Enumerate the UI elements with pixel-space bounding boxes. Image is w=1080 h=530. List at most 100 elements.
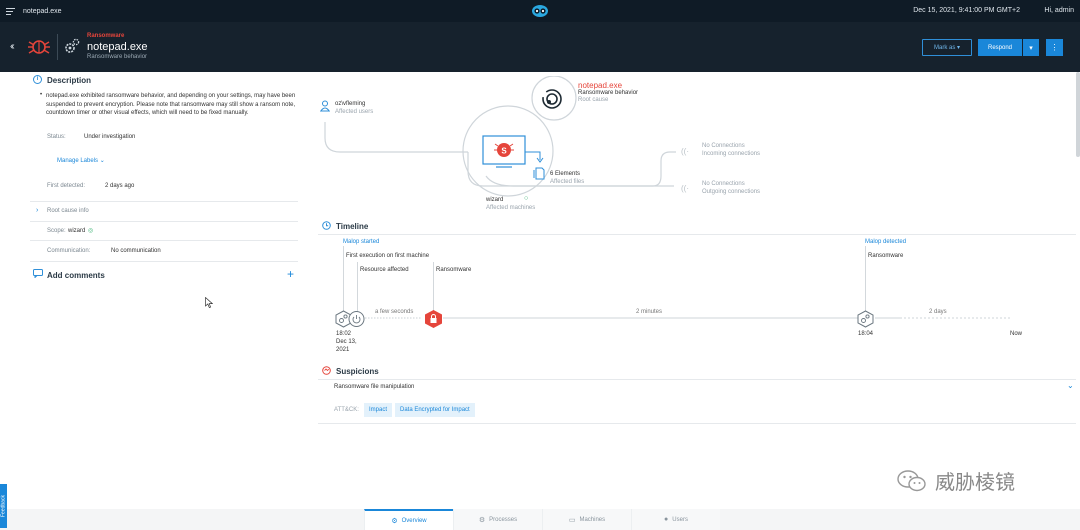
root-cause-label: Root cause [578,97,609,103]
owl-logo-icon [532,5,548,17]
divider [30,240,298,241]
app-title: notepad.exe [23,7,62,15]
status-value[interactable]: Under investigation [84,134,135,140]
ransomware-node-icon[interactable] [424,309,443,329]
scope-label: Scope: [47,228,66,234]
watermark-text: 威胁棱镜 [935,470,1015,494]
online-status-icon: ○ [524,195,529,202]
malop-subtitle: Ransomware behavior [87,54,148,60]
tab-overview[interactable]: ⚙ Overview [364,509,453,530]
incoming-connections-label: Incoming connections [702,151,761,157]
mark-as-button[interactable]: Mark as ▾ [922,39,972,56]
first-execution-label: First execution on first machine [346,253,430,259]
user-menu[interactable]: Hi, admin [1044,7,1074,14]
menu-icon[interactable] [6,7,15,15]
top-bar: notepad.exe Dec 15, 2021, 9:41:00 PM GMT… [0,0,1080,22]
svg-text:S: S [501,147,507,156]
malop-graph: oz\vfleming Affected users notepad.exe R… [318,76,1080,216]
mouse-cursor-icon [205,297,213,308]
watermark: 威胁棱镜 [897,466,1015,495]
malop-title: notepad.exe [87,41,148,53]
affected-machine-name[interactable]: wizard [486,197,503,203]
chevron-right-icon[interactable]: › [36,207,38,214]
status-label: Status: [47,134,66,140]
affected-users-label: Affected users [335,109,374,115]
attack-tag[interactable]: Data Encrypted for Impact [395,403,475,417]
power-node-icon[interactable] [348,310,365,328]
collapse-icon[interactable]: ‹‹ [10,41,14,52]
attack-label: ATT&CK: [334,407,359,413]
malop-type-tag: Ransomware [87,33,125,39]
description-text: notepad.exe exhibited ransomware behavio… [46,93,296,116]
attack-tag[interactable]: Impact [364,403,393,417]
malop-detected-label: Malop detected [865,239,907,245]
start-date-line1: Dec 13, [336,339,357,345]
tab-machines[interactable]: ▭ Machines [542,509,631,530]
divider [318,423,1076,424]
suspicions-title: Suspicions [336,367,379,376]
divider [30,221,298,222]
ransomware-detected-label: Ransomware [868,253,904,259]
timeline-title: Timeline [336,222,369,231]
gap-label: a few seconds [375,309,414,315]
root-cause-info-toggle[interactable]: Root cause info [47,208,89,214]
outgoing-connections-label: Outgoing connections [702,189,761,195]
respond-button[interactable]: Respond [978,39,1022,56]
machine-ransomware-icon[interactable]: S [482,134,526,170]
divider [318,379,1076,380]
gap-label: 2 days [929,309,947,315]
first-detected-value: 2 days ago [105,183,135,189]
suspicion-icon [322,366,331,375]
info-icon: i [33,75,42,84]
affected-user-name[interactable]: oz\vfleming [335,101,365,107]
add-comment-icon[interactable]: + [287,267,294,281]
shield-check-icon: ◎ [88,228,94,234]
bug-icon [28,40,50,54]
start-time: 18:02 [336,331,352,337]
communication-label: Communication: [47,248,91,254]
root-cause-behavior: Ransomware behavior [578,90,639,96]
scrollbar[interactable] [1076,72,1080,157]
user-icon[interactable] [320,100,330,112]
communication-value: No communication [111,248,161,254]
affected-machines-label: Affected machines [486,205,536,211]
ransomware-root-icon[interactable] [541,88,563,110]
scope-value: wizard [68,228,86,234]
timeline-marker-line [343,246,344,312]
tab-users[interactable]: ● Users [631,509,720,530]
monitor-icon: ▭ [568,516,576,524]
divider [30,261,298,262]
respond-dropdown-button[interactable]: ▾ [1023,39,1039,56]
manage-labels-link[interactable]: Manage Labels ⌄ [57,157,105,164]
bottom-nav: ⚙ Overview ⚙ Processes ▭ Machines ● Users [364,509,720,530]
detected-time: 18:04 [858,331,874,337]
feedback-button[interactable]: Feedback [0,484,7,528]
user-icon: ● [664,516,669,523]
bullet-icon: • [40,92,43,98]
divider [30,201,298,202]
resource-affected-label: Resource affected [360,267,409,273]
more-options-button[interactable]: ⋮ [1046,39,1063,56]
root-cause-name[interactable]: notepad.exe [578,81,622,90]
chevron-down-icon: ⌄ [99,158,105,164]
gap-label: 2 minutes [636,309,663,315]
process-node-icon[interactable] [857,310,874,328]
incoming-connections-title: No Connections [702,143,745,149]
malop-header: ‹‹ Ransomware notepad.exe Ransomware beh… [0,22,1080,72]
files-icon[interactable] [533,167,545,180]
header-divider [57,34,58,60]
ransomware-event-label: Ransomware [436,267,472,273]
datetime: Dec 15, 2021, 9:41:00 PM GMT+2 [913,7,1020,14]
chevron-down-icon[interactable]: ⌄ [1067,381,1074,390]
processes-icon: ⚙ [478,516,486,524]
chevron-down-icon: ▾ [955,45,961,51]
suspicion-item[interactable]: Ransomware file manipulation [334,384,414,390]
clock-icon [322,221,331,230]
description-title: Description [47,76,92,85]
tab-processes[interactable]: ⚙ Processes [453,509,542,530]
divider [318,234,1076,235]
affected-files-count[interactable]: 6 Elements [550,171,580,177]
malop-started-label: Malop started [343,239,380,245]
comment-icon [33,269,43,278]
now-label: Now [1010,331,1023,337]
